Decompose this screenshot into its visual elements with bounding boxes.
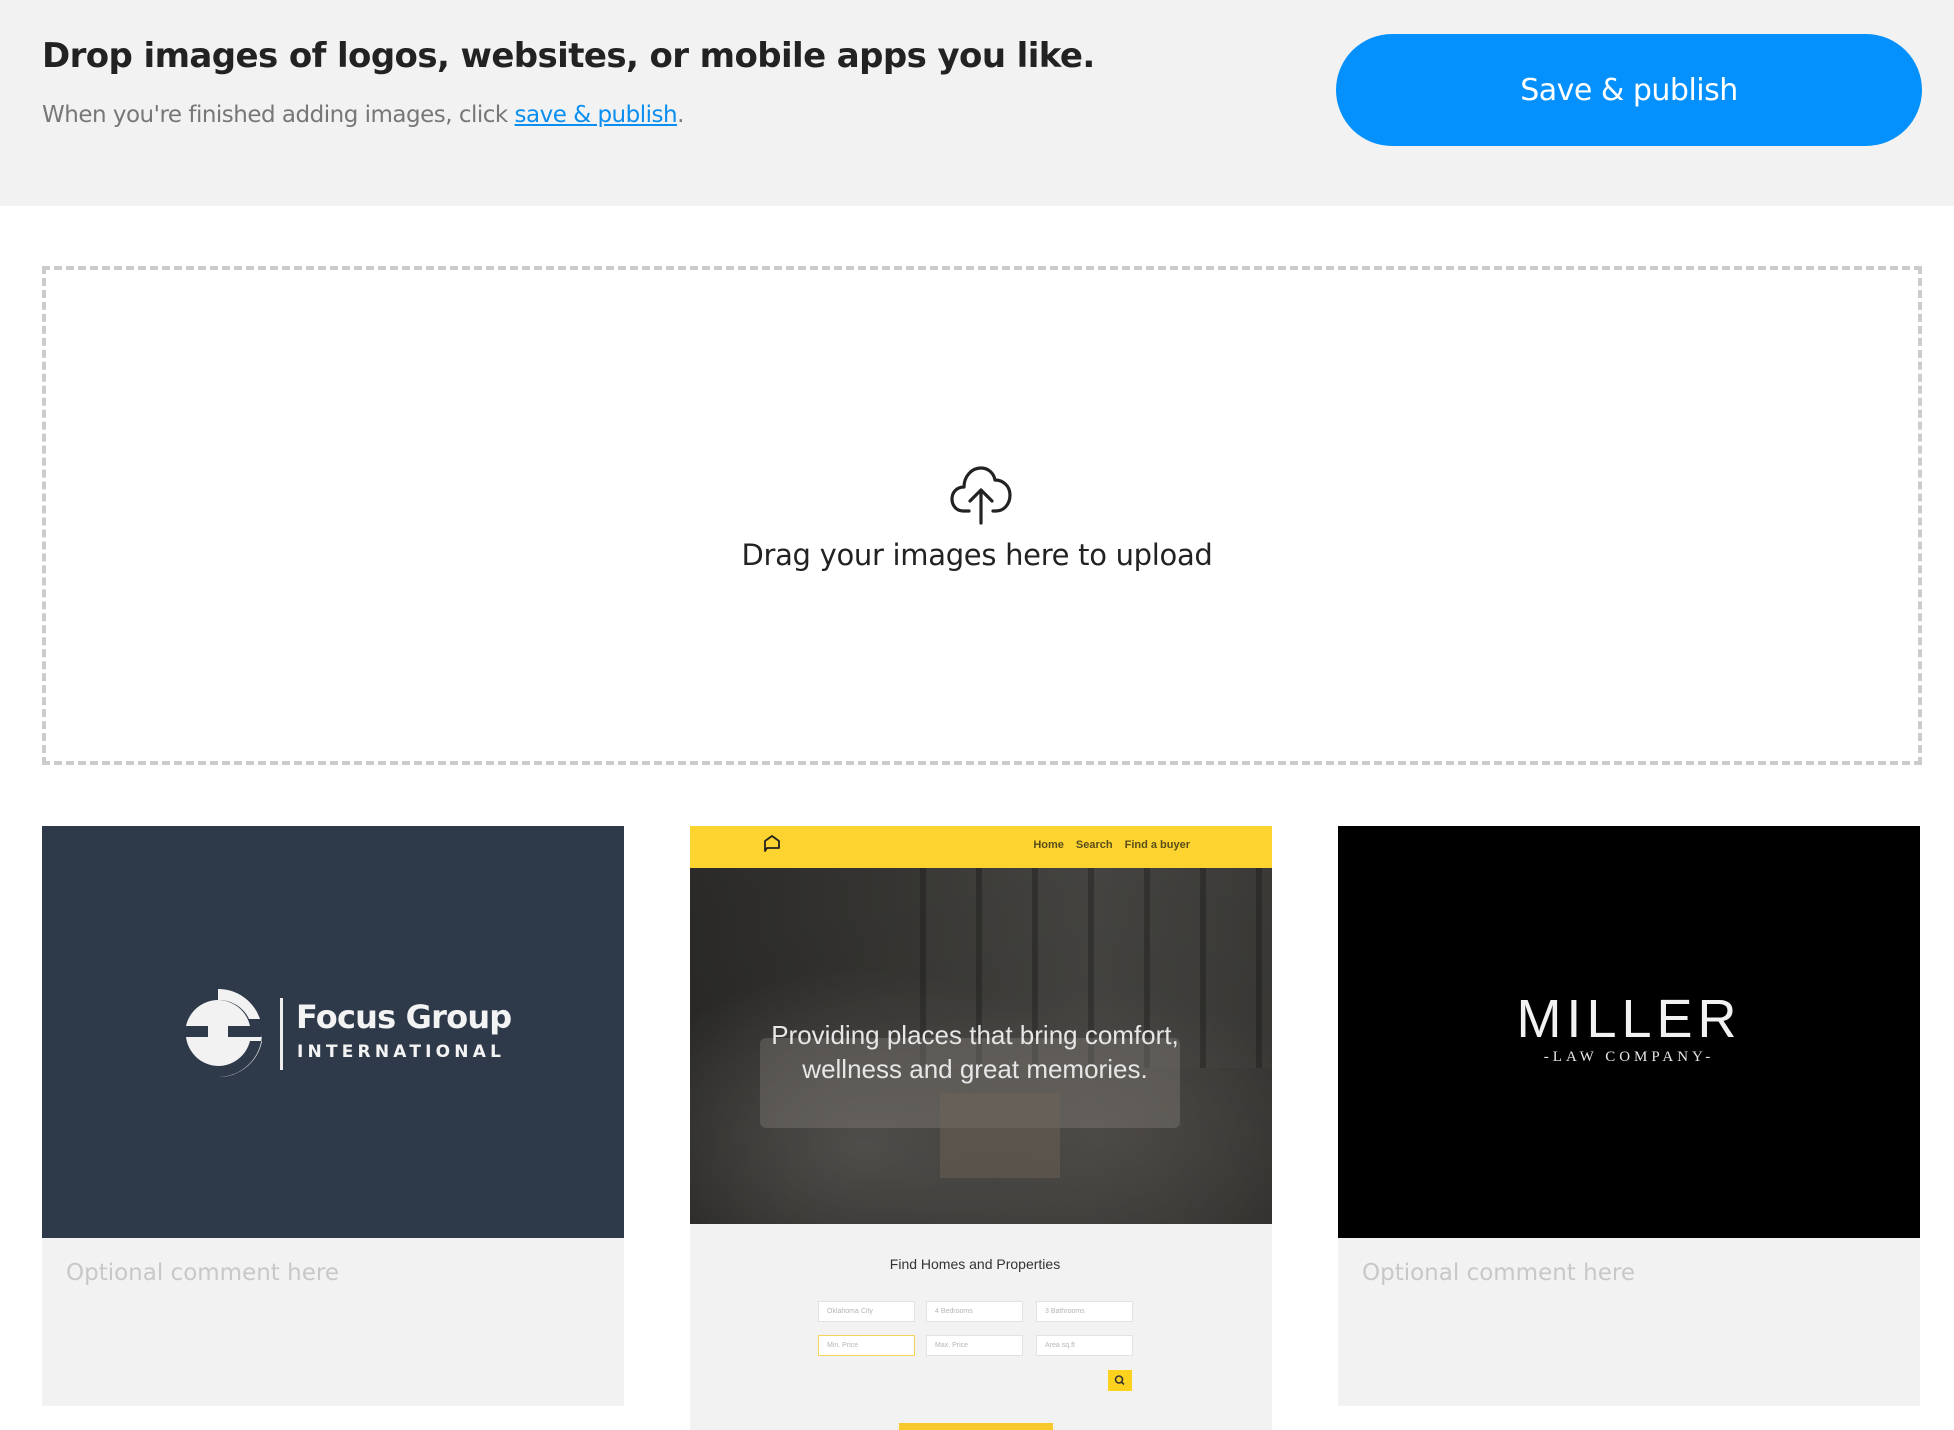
focus-group-logo-image: Focus Group INTERNATIONAL [42, 826, 624, 1238]
chat-home-icon [764, 835, 780, 852]
site-input-min-price: Min. Price [818, 1335, 915, 1356]
comment-input[interactable] [42, 1238, 624, 1406]
save-publish-button[interactable]: Save & publish [1336, 34, 1922, 146]
site-input-bedrooms: 4 Bedrooms [926, 1301, 1023, 1322]
site-search-button [1108, 1370, 1132, 1391]
image-card: Home Search Find a buyer Providing place… [690, 826, 1272, 1430]
miller-logo-image: MILLER -LAW COMPANY- [1338, 826, 1920, 1238]
site-navbar: Home Search Find a buyer [690, 826, 1272, 868]
site-nav-home: Home [1033, 839, 1064, 851]
save-publish-link[interactable]: save & publish [515, 102, 678, 128]
search-icon [1114, 1375, 1125, 1386]
site-nav-find-buyer: Find a buyer [1124, 839, 1190, 851]
brand-name: MILLER [1516, 989, 1742, 1049]
image-card: MILLER -LAW COMPANY- [1338, 826, 1920, 1406]
focus-group-logo-icon [174, 988, 262, 1078]
dropzone-text: Drag your images here to upload [741, 538, 1213, 572]
brand-subtitle: INTERNATIONAL [297, 1042, 506, 1062]
site-input-max-price: Max. Price [926, 1335, 1023, 1356]
instructions-text: When you're finished adding images, clic… [42, 102, 684, 128]
site-bottom-bar [899, 1423, 1053, 1430]
site-nav-search: Search [1075, 839, 1113, 851]
page-header: Drop images of logos, websites, or mobil… [0, 0, 1954, 206]
site-section-title: Find Homes and Properties [889, 1256, 1061, 1272]
site-input-bathrooms: 3 Bathrooms [1036, 1301, 1133, 1322]
site-nav-links: Home Search Find a buyer [1033, 839, 1190, 851]
logo-divider [280, 998, 283, 1070]
hero-tagline-line2: wellness and great memories. [802, 1054, 1148, 1084]
page-title: Drop images of logos, websites, or mobil… [42, 36, 1095, 76]
site-input-area: Area sq.ft [1036, 1335, 1133, 1356]
image-card: Focus Group INTERNATIONAL [42, 826, 624, 1406]
site-input-city: Oklahoma City [818, 1301, 915, 1322]
hero-tagline: Providing places that bring comfort, wel… [690, 1018, 1260, 1086]
instructions-suffix: . [677, 102, 684, 128]
site-hero-image: Providing places that bring comfort, wel… [690, 868, 1272, 1224]
cloud-upload-icon [950, 466, 1012, 525]
hero-tagline-line1: Providing places that bring comfort, [771, 1020, 1179, 1050]
hero-table [940, 1093, 1060, 1178]
website-screenshot-image: Home Search Find a buyer Providing place… [690, 826, 1272, 1430]
instructions-prefix: When you're finished adding images, clic… [42, 102, 515, 128]
comment-input[interactable] [1338, 1238, 1920, 1406]
brand-name: Focus Group [296, 998, 512, 1036]
brand-subtitle: -LAW COMPANY- [1543, 1049, 1715, 1065]
